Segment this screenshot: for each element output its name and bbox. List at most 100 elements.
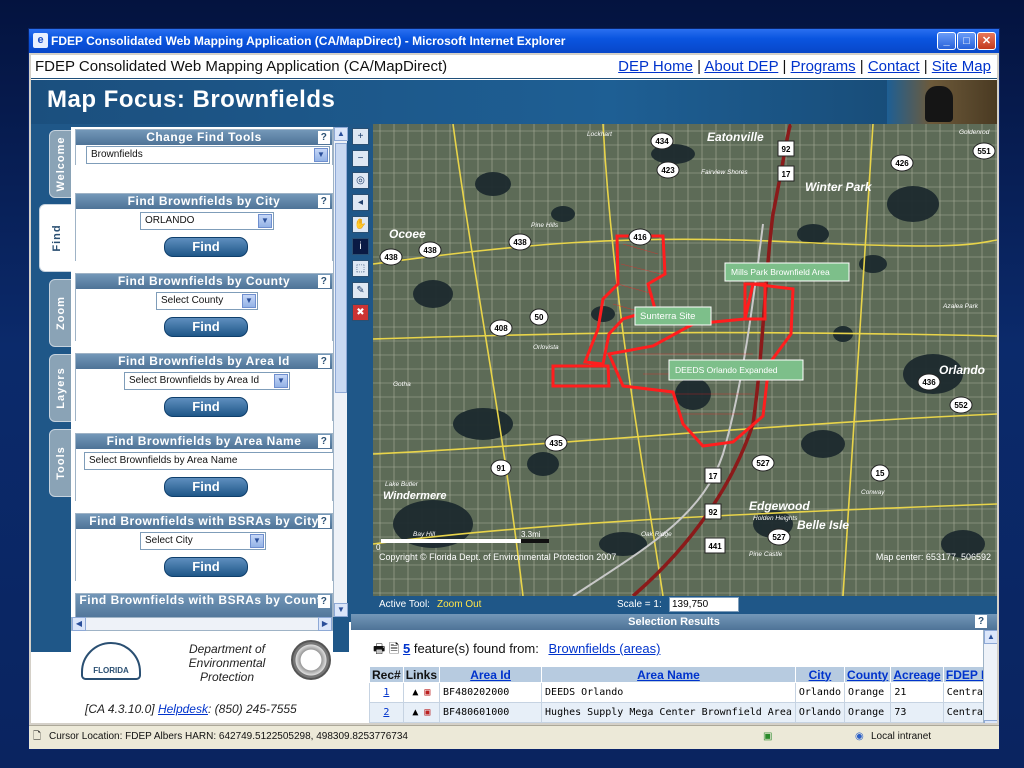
find-tools-panel: Change Find Tools? Brownfields ▼ Find Bro… bbox=[71, 127, 333, 647]
col-area-id[interactable]: Area Id bbox=[439, 666, 543, 683]
link-site-map[interactable]: Site Map bbox=[932, 58, 991, 75]
tool-heading: Find Brownfields by Area Id? bbox=[76, 354, 332, 369]
tab-zoom[interactable]: Zoom bbox=[49, 279, 73, 347]
scroll-down-icon[interactable]: ▼ bbox=[984, 720, 997, 723]
tool-heading: Find Brownfields with BSRAs by City? bbox=[76, 514, 332, 529]
result-count-link[interactable]: 5 bbox=[403, 641, 410, 656]
link-separator: | bbox=[859, 58, 864, 75]
svg-text:Orlando: Orlando bbox=[939, 363, 985, 377]
cell-area-id: BF480601000 bbox=[439, 702, 543, 723]
measure-icon[interactable]: ✎ bbox=[352, 282, 369, 299]
county-select[interactable]: Select County ▼ bbox=[156, 292, 258, 310]
link-dep-home[interactable]: DEP Home bbox=[618, 58, 693, 75]
help-button[interactable]: ? bbox=[318, 195, 330, 208]
map-canvas[interactable]: Mills Park Brownfield Area Sunterra Site… bbox=[373, 124, 997, 596]
table-row[interactable]: 1 ▲ ▣ BF480202000 DEEDS Orlando Orlando … bbox=[369, 682, 993, 703]
tab-find[interactable]: Find bbox=[39, 204, 75, 272]
maximize-button[interactable]: □ bbox=[957, 32, 976, 50]
find-by-county-button[interactable]: Find bbox=[164, 317, 248, 337]
help-button[interactable]: ? bbox=[318, 435, 330, 448]
results-scrollbar[interactable]: ▲ ▼ bbox=[983, 630, 997, 723]
find-by-city-button[interactable]: Find bbox=[164, 237, 248, 257]
rec-link[interactable]: 1 bbox=[369, 682, 404, 703]
helpdesk-link[interactable]: Helpdesk bbox=[158, 702, 208, 716]
source-layer-link[interactable]: Brownfields (areas) bbox=[548, 641, 660, 656]
find-by-area-id-button[interactable]: Find bbox=[164, 397, 248, 417]
print-icon[interactable]: 🖶 bbox=[373, 641, 385, 656]
scroll-up-icon[interactable]: ▲ bbox=[984, 630, 997, 644]
pan-hand-icon[interactable]: ✋ bbox=[352, 216, 369, 233]
svg-text:Pine Castle: Pine Castle bbox=[749, 551, 783, 558]
rec-link[interactable]: 2 bbox=[369, 702, 404, 723]
route-434-shield: 434 bbox=[650, 132, 674, 150]
close-button[interactable]: ✕ bbox=[977, 32, 996, 50]
col-acreage[interactable]: Acreage bbox=[890, 666, 944, 683]
help-button[interactable]: ? bbox=[975, 615, 987, 628]
col-county[interactable]: County bbox=[844, 666, 892, 683]
document-icon[interactable]: 🗎 bbox=[389, 641, 399, 656]
bsra-city-select[interactable]: Select City ▼ bbox=[140, 532, 266, 550]
find-by-area-name-button[interactable]: Find bbox=[164, 477, 248, 497]
find-tools-select[interactable]: Brownfields ▼ bbox=[86, 146, 330, 164]
help-button[interactable]: ? bbox=[318, 275, 330, 288]
clear-icon[interactable]: ✖ bbox=[352, 304, 369, 321]
svg-text:551: 551 bbox=[977, 147, 991, 156]
left-panel-scrollbar[interactable]: ▲ ▼ bbox=[333, 127, 348, 617]
helpdesk-phone: : (850) 245-7555 bbox=[207, 702, 297, 716]
link-programs[interactable]: Programs bbox=[791, 58, 856, 75]
svg-text:Lockhart: Lockhart bbox=[587, 131, 613, 138]
svg-text:416: 416 bbox=[633, 233, 647, 242]
map-view[interactable]: Mills Park Brownfield Area Sunterra Site… bbox=[373, 124, 997, 596]
area-id-select[interactable]: Select Brownfields by Area Id ▼ bbox=[124, 372, 290, 390]
scale-label: Scale = 1: bbox=[617, 599, 662, 610]
scroll-right-icon[interactable]: ▶ bbox=[318, 617, 332, 631]
svg-text:Windermere: Windermere bbox=[383, 490, 446, 502]
zoom-in-icon[interactable]: + bbox=[352, 128, 369, 145]
tab-layers[interactable]: Layers bbox=[49, 354, 73, 422]
tab-tools[interactable]: Tools bbox=[49, 429, 73, 497]
scroll-thumb[interactable] bbox=[335, 143, 347, 393]
scroll-down-icon[interactable]: ▼ bbox=[334, 603, 348, 617]
col-city[interactable]: City bbox=[794, 666, 846, 683]
help-button[interactable]: ? bbox=[318, 355, 330, 368]
help-button[interactable]: ? bbox=[318, 595, 330, 608]
svg-text:438: 438 bbox=[423, 246, 437, 255]
report-icon[interactable]: ▣ bbox=[424, 707, 430, 718]
route-436-shield: 436 bbox=[917, 373, 941, 391]
table-row[interactable]: 2 ▲ ▣ BF480601000 Hughes Supply Mega Cen… bbox=[369, 702, 993, 723]
zoom-to-icon[interactable]: ▲ bbox=[412, 687, 418, 698]
help-button[interactable]: ? bbox=[318, 131, 330, 144]
scroll-up-icon[interactable]: ▲ bbox=[334, 127, 348, 141]
route-438-shield: 438 bbox=[508, 233, 532, 251]
tab-welcome[interactable]: Welcome bbox=[49, 130, 73, 198]
col-area-name[interactable]: Area Name bbox=[541, 666, 796, 683]
link-contact[interactable]: Contact bbox=[868, 58, 920, 75]
tab-label: Welcome bbox=[55, 136, 67, 192]
link-about-dep[interactable]: About DEP bbox=[704, 58, 778, 75]
cursor-location: Cursor Location: FDEP Albers HARN: 64274… bbox=[49, 731, 408, 742]
svg-text:Sunterra Site: Sunterra Site bbox=[640, 311, 695, 322]
svg-text:15: 15 bbox=[876, 469, 885, 478]
select-icon[interactable]: ⬚ bbox=[352, 260, 369, 277]
page-icon: 🗋 bbox=[33, 731, 42, 742]
browser-viewport: FDEP Consolidated Web Mapping Applicatio… bbox=[31, 55, 997, 723]
minimize-button[interactable]: _ bbox=[937, 32, 956, 50]
find-bsra-by-city-button[interactable]: Find bbox=[164, 557, 248, 577]
zoom-full-icon[interactable]: ◎ bbox=[352, 172, 369, 189]
city-select[interactable]: ORLANDO ▼ bbox=[140, 212, 274, 230]
left-panel-hscrollbar[interactable]: ◀ ▶ bbox=[71, 617, 333, 631]
identify-icon[interactable]: i bbox=[352, 238, 369, 255]
tab-label: Zoom bbox=[55, 296, 67, 330]
help-button[interactable]: ? bbox=[318, 515, 330, 528]
svg-text:Goldenrod: Goldenrod bbox=[959, 129, 990, 136]
zoom-to-icon[interactable]: ▲ bbox=[412, 707, 418, 718]
zoom-out-icon[interactable]: − bbox=[352, 150, 369, 167]
selection-results-panel: Selection Results ? 🖶 🗎 5 feature(s) fou… bbox=[351, 614, 997, 723]
area-name-select[interactable]: Select Brownfields by Area Name bbox=[84, 452, 333, 470]
svg-text:435: 435 bbox=[549, 439, 563, 448]
scale-input[interactable] bbox=[669, 597, 739, 612]
report-icon[interactable]: ▣ bbox=[424, 687, 430, 698]
zoom-previous-icon[interactable]: ◂ bbox=[352, 194, 369, 211]
scroll-left-icon[interactable]: ◀ bbox=[72, 617, 86, 631]
version-number: [CA 4.3.10.0] bbox=[85, 702, 155, 716]
